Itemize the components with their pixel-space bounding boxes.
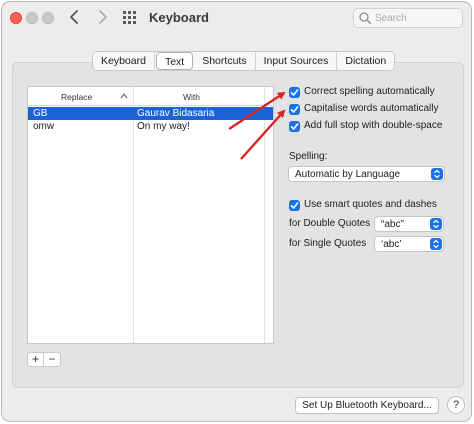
add-replacement-button[interactable]: + [27, 352, 44, 367]
search-placeholder: Search [375, 13, 407, 24]
double-quotes-value: “abc” [381, 219, 404, 230]
grid-icon [123, 11, 136, 24]
window-title: Keyboard [149, 10, 209, 25]
popup-chevrons-icon [430, 218, 442, 230]
tab-input-sources[interactable]: Input Sources [256, 52, 338, 70]
full-stop-checkbox[interactable] [289, 121, 300, 132]
tab-dictation[interactable]: Dictation [337, 52, 394, 70]
column-header-replace[interactable]: Replace [61, 92, 92, 102]
spelling-label: Spelling: [289, 151, 328, 162]
search-icon [359, 12, 372, 25]
minimize-window-button[interactable] [26, 12, 38, 24]
forward-chevron-icon [99, 10, 107, 24]
capitalise-words-label: Capitalise words automatically [304, 103, 439, 114]
table-header: Replace With [28, 87, 273, 106]
smart-quotes-label: Use smart quotes and dashes [304, 199, 437, 210]
forward-button[interactable] [92, 7, 112, 27]
popup-chevrons-icon [430, 238, 442, 250]
capitalise-words-checkbox[interactable] [289, 104, 300, 115]
checkmark-icon [290, 106, 299, 113]
replace-cell[interactable]: omw [33, 121, 54, 132]
remove-replacement-button[interactable]: − [44, 352, 61, 367]
spelling-language-value: Automatic by Language [295, 169, 401, 180]
show-all-button[interactable] [122, 9, 140, 27]
with-cell[interactable]: Gaurav Bidasaria [137, 108, 214, 119]
double-quotes-label: for Double Quotes [289, 218, 371, 229]
title-bar: Keyboard Search [2, 2, 471, 34]
single-quotes-label: for Single Quotes [289, 238, 367, 249]
tab-keyboard[interactable]: Keyboard [93, 52, 155, 70]
back-chevron-icon [70, 10, 78, 24]
tab-bar: Keyboard Text Shortcuts Input Sources Di… [92, 51, 396, 71]
checkmark-icon [290, 89, 299, 96]
set-up-bluetooth-keyboard-button[interactable]: Set Up Bluetooth Keyboard... [295, 397, 439, 414]
double-quotes-popup[interactable]: “abc” [374, 216, 444, 232]
smart-quotes-checkbox[interactable] [289, 200, 300, 211]
with-cell[interactable]: On my way! [137, 121, 190, 132]
zoom-window-button[interactable] [42, 12, 54, 24]
tab-shortcuts[interactable]: Shortcuts [194, 52, 256, 70]
close-window-button[interactable] [10, 12, 22, 24]
spelling-language-popup[interactable]: Automatic by Language [288, 166, 445, 182]
checkmark-icon [290, 202, 299, 209]
back-button[interactable] [65, 7, 85, 27]
sort-up-icon [120, 93, 128, 99]
column-header-with[interactable]: With [183, 92, 200, 102]
correct-spelling-checkbox[interactable] [289, 87, 300, 98]
table-row[interactable]: omw On my way! [28, 120, 273, 133]
full-stop-label: Add full stop with double-space [304, 120, 443, 131]
replace-cell[interactable]: GB [33, 108, 47, 119]
search-field[interactable]: Search [353, 8, 463, 28]
popup-chevrons-icon [431, 168, 443, 180]
checkmark-icon [290, 123, 299, 130]
help-button[interactable]: ? [447, 396, 465, 414]
tab-text[interactable]: Text [155, 52, 194, 70]
correct-spelling-label: Correct spelling automatically [304, 86, 435, 97]
single-quotes-popup[interactable]: ‘abc’ [374, 236, 444, 252]
text-replacement-table: Replace With GB Gaurav Bidasaria omw On … [27, 86, 274, 344]
single-quotes-value: ‘abc’ [381, 239, 402, 250]
table-row[interactable]: GB Gaurav Bidasaria [28, 107, 273, 120]
